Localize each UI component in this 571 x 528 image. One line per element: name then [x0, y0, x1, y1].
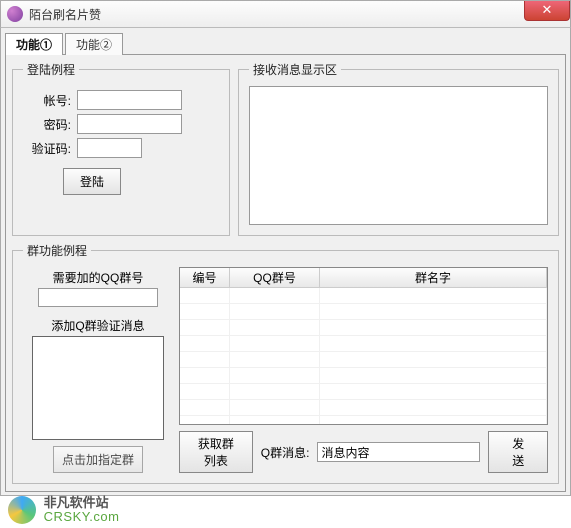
table-row[interactable]	[180, 352, 547, 368]
tab-panel: 登陆例程 帐号: 密码: 验证码: 登陆 接收消息显示区	[5, 54, 566, 492]
get-group-list-button[interactable]: 获取群列表	[179, 431, 253, 473]
tab-strip: 功能① 功能②	[5, 32, 566, 54]
watermark-icon	[8, 496, 36, 524]
col-index[interactable]: 编号	[180, 268, 230, 287]
login-button[interactable]: 登陆	[63, 168, 121, 195]
captcha-label: 验证码:	[23, 140, 71, 157]
table-row[interactable]	[180, 384, 547, 400]
grid-header: 编号 QQ群号 群名字	[180, 268, 547, 288]
table-row[interactable]	[180, 320, 547, 336]
receive-legend: 接收消息显示区	[249, 61, 341, 78]
watermark: 非凡软件站 CRSKY.com	[0, 492, 127, 528]
login-legend: 登陆例程	[23, 61, 79, 78]
group-legend: 群功能例程	[23, 242, 91, 259]
password-label: 密码:	[23, 116, 71, 133]
verify-textarea[interactable]	[32, 336, 164, 440]
tab-function-2[interactable]: 功能②	[65, 33, 123, 55]
password-input[interactable]	[77, 114, 182, 134]
group-msg-input[interactable]	[317, 442, 480, 462]
table-row[interactable]	[180, 416, 547, 425]
account-label: 帐号:	[23, 92, 71, 109]
table-row[interactable]	[180, 336, 547, 352]
app-icon	[7, 6, 23, 22]
send-button[interactable]: 发送	[488, 431, 548, 473]
window-title: 陌台刷名片赞	[29, 6, 101, 23]
client-area: 功能① 功能② 登陆例程 帐号: 密码: 验证码: 登陆	[0, 28, 571, 496]
group-grid[interactable]: 编号 QQ群号 群名字	[179, 267, 548, 425]
need-group-input[interactable]	[38, 288, 158, 307]
need-group-label: 需要加的QQ群号	[53, 269, 144, 286]
table-row[interactable]	[180, 304, 547, 320]
table-row[interactable]	[180, 400, 547, 416]
watermark-text-en: CRSKY.com	[44, 509, 120, 524]
login-groupbox: 登陆例程 帐号: 密码: 验证码: 登陆	[12, 61, 230, 236]
watermark-text-cn: 非凡软件站	[44, 495, 109, 510]
titlebar: 陌台刷名片赞 ✕	[0, 0, 571, 28]
table-row[interactable]	[180, 368, 547, 384]
verify-label: 添加Q群验证消息	[51, 317, 144, 334]
account-input[interactable]	[77, 90, 182, 110]
table-row[interactable]	[180, 288, 547, 304]
col-group-name[interactable]: 群名字	[320, 268, 547, 287]
close-button[interactable]: ✕	[524, 1, 570, 21]
group-msg-label: Q群消息:	[261, 444, 310, 461]
tab-function-1[interactable]: 功能①	[5, 33, 63, 55]
receive-groupbox: 接收消息显示区	[238, 61, 559, 236]
receive-textarea[interactable]	[249, 86, 548, 225]
group-function-groupbox: 群功能例程 需要加的QQ群号 添加Q群验证消息 点击加指定群 编号 QQ群号 群…	[12, 242, 559, 484]
add-specific-group-button[interactable]: 点击加指定群	[53, 446, 143, 473]
grid-body[interactable]	[180, 288, 547, 425]
captcha-input[interactable]	[77, 138, 142, 158]
col-group-number[interactable]: QQ群号	[230, 268, 320, 287]
